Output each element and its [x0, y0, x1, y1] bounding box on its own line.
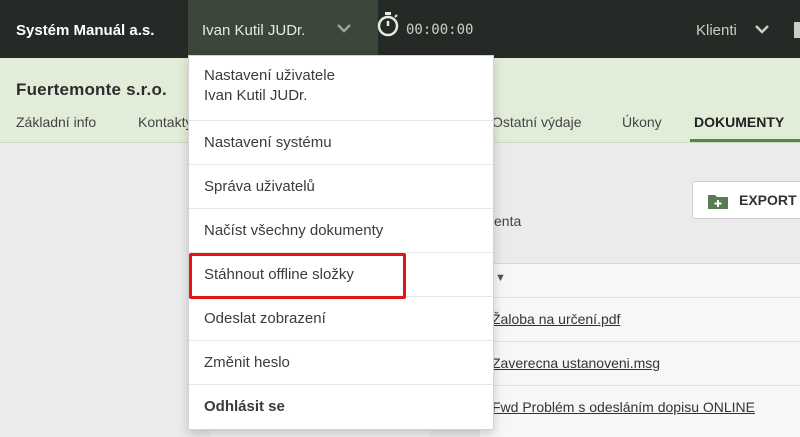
tab-actions[interactable]: Úkony	[622, 114, 662, 130]
highlight-box	[189, 253, 406, 299]
active-tab-indicator	[690, 139, 800, 142]
tab-basic-info[interactable]: Základní info	[16, 114, 96, 130]
tab-documents[interactable]: DOKUMENTY	[694, 114, 784, 130]
hint-text: enta	[494, 213, 522, 229]
export-button[interactable]: EXPORT	[692, 181, 800, 219]
sort-down-icon[interactable]: ▼	[495, 272, 506, 284]
chevron-down-icon	[336, 20, 352, 41]
menu-item-label: Nastavení systému	[204, 134, 332, 151]
brand-name[interactable]: Systém Manuál a.s.	[16, 22, 154, 39]
export-label: EXPORT	[739, 192, 797, 208]
menu-item-sublabel: Ivan Kutil JUDr.	[204, 87, 308, 104]
document-link[interactable]: Fwd Problém s odesláním dopisu ONLINE	[492, 399, 755, 415]
topbar-edge-icon	[794, 22, 800, 38]
document-link[interactable]: Zaverecna ustanoveni.msg	[492, 355, 660, 371]
chevron-down-icon	[754, 21, 770, 42]
menu-item-label: Načíst všechny dokumenty	[204, 222, 384, 239]
menu-item-user-settings[interactable]: Nastavení uživatele Ivan Kutil JUDr.	[189, 56, 493, 121]
user-name: Ivan Kutil JUDr.	[202, 22, 306, 39]
user-menu-button[interactable]: Ivan Kutil JUDr.	[188, 0, 378, 58]
menu-item-user-management[interactable]: Správa uživatelů	[189, 165, 493, 209]
menu-item-load-all-documents[interactable]: Načíst všechny dokumenty	[189, 209, 493, 253]
menu-item-label: Správa uživatelů	[204, 178, 315, 195]
menu-item-label: Nastavení uživatele	[204, 67, 335, 84]
document-link[interactable]: Žaloba na určení.pdf	[492, 311, 620, 327]
tab-contacts[interactable]: Kontakty	[138, 114, 192, 130]
menu-item-system-settings[interactable]: Nastavení systému	[189, 121, 493, 165]
menu-item-send-view[interactable]: Odeslat zobrazení	[189, 297, 493, 341]
menu-item-label: Odeslat zobrazení	[204, 310, 326, 327]
folder-plus-icon	[707, 192, 729, 215]
client-name: Fuertemonte s.r.o.	[16, 80, 167, 99]
clients-menu[interactable]: Klienti	[696, 22, 737, 39]
user-dropdown-menu: Nastavení uživatele Ivan Kutil JUDr. Nas…	[188, 55, 494, 430]
top-bar: Systém Manuál a.s. Ivan Kutil JUDr. 00:0…	[0, 0, 800, 58]
tab-other-expenses[interactable]: Ostatní výdaje	[492, 114, 582, 130]
menu-item-label: Změnit heslo	[204, 354, 290, 371]
stopwatch-icon[interactable]	[376, 11, 400, 42]
document-row: Žaloba na určení.pdf	[480, 297, 800, 341]
menu-item-logout[interactable]: Odhlásit se	[189, 385, 493, 429]
document-row: Zaverecna ustanoveni.msg	[480, 341, 800, 385]
document-row: Fwd Problém s odesláním dopisu ONLINE	[480, 385, 800, 429]
timer-display: 00:00:00	[406, 22, 474, 38]
menu-item-label: Odhlásit se	[204, 398, 285, 415]
menu-item-change-password[interactable]: Změnit heslo	[189, 341, 493, 385]
